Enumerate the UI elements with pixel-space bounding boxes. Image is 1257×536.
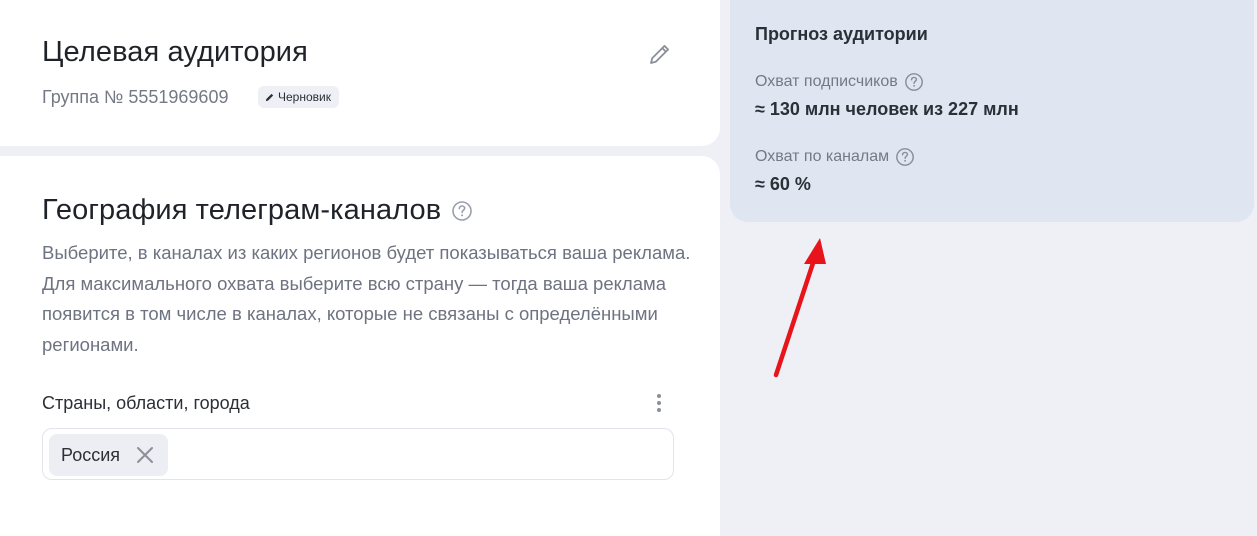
forecast-panel: Прогноз аудитории Охват подписчиков ≈ 13… <box>730 0 1254 222</box>
subscribers-reach-value: ≈ 130 млн человек из 227 млн <box>755 99 1019 119</box>
status-badge-label: Черновик <box>278 90 331 104</box>
channels-reach-value: ≈ 60 % <box>755 174 811 194</box>
channels-reach-label-row: Охват по каналам <box>755 147 915 167</box>
kebab-menu-icon[interactable] <box>649 391 669 419</box>
geo-description: Выберите, в каналах из каких регионов бу… <box>42 242 691 355</box>
forecast-title: Прогноз аудитории <box>755 24 928 44</box>
regions-input[interactable]: Россия <box>42 428 674 480</box>
help-icon[interactable] <box>895 147 915 167</box>
subscribers-reach-label-row: Охват подписчиков <box>755 72 924 92</box>
channels-reach-label: Охват по каналам <box>755 148 890 165</box>
subscribers-reach-label: Охват подписчиков <box>755 73 898 90</box>
pencil-icon[interactable] <box>646 40 674 68</box>
annotation-arrow <box>773 238 826 378</box>
status-badge: Черновик <box>258 86 339 108</box>
region-chip: Россия <box>49 434 169 476</box>
audience-title: Целевая аудитория <box>42 36 308 68</box>
close-icon[interactable] <box>134 444 156 466</box>
help-icon[interactable] <box>904 72 924 92</box>
help-icon[interactable] <box>451 200 473 222</box>
geo-title: География телеграм-каналов <box>42 194 442 226</box>
audience-card: Целевая аудитория Группа № 5551969609 Че… <box>0 0 720 146</box>
region-chip-label: Россия <box>61 444 121 465</box>
group-number: Группа № 5551969609 <box>42 87 229 107</box>
geo-title-row: География телеграм-каналов <box>42 194 473 227</box>
regions-field-label: Страны, области, города <box>42 393 250 413</box>
pencil-small-icon <box>265 93 274 101</box>
